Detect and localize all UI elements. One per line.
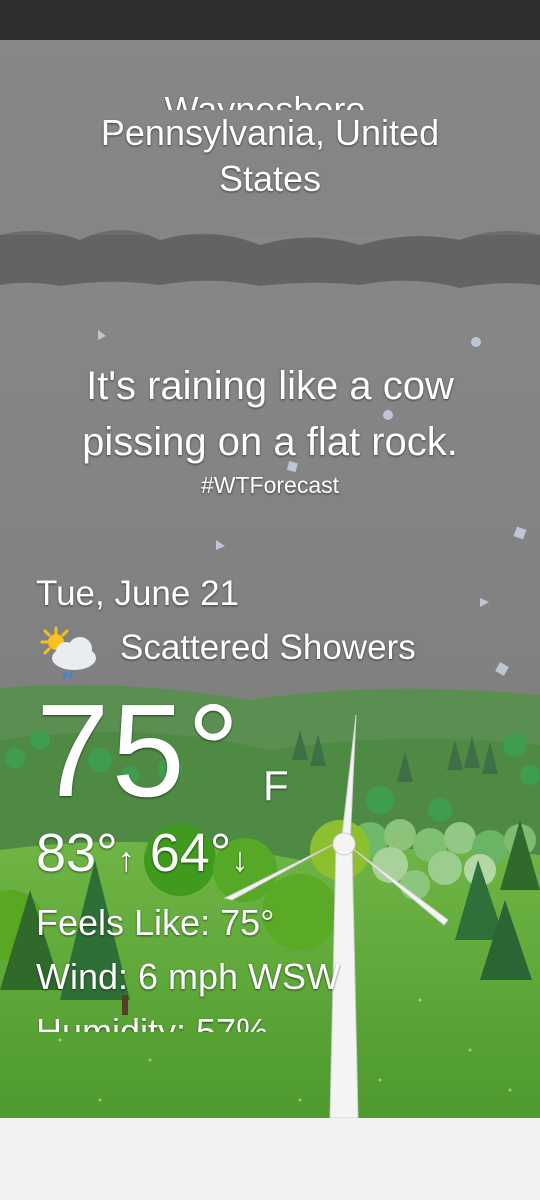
feels-like: Feels Like: 75° [36, 902, 275, 943]
humidity-info: Humidity: 57% [36, 1011, 269, 1032]
forecast-hashtag[interactable]: #WTForecast [0, 472, 540, 499]
current-temperature: 75° [36, 677, 242, 824]
location-line-2: States [218, 158, 322, 199]
weather-scene: Waynesboro, Pennsylvania, United States … [0, 40, 540, 1118]
high-low-temps: 83°↑ 64°↓ [36, 822, 248, 884]
status-bar [0, 0, 540, 40]
location-name[interactable]: Waynesboro, Pennsylvania, United States [0, 89, 540, 202]
partly-cloudy-rain-icon [40, 626, 96, 680]
condition-label: Scattered Showers [120, 628, 416, 667]
wind-info: Wind: 6 mph WSW [36, 956, 341, 997]
location-line-1: Pennsylvania, United [100, 112, 440, 153]
high-temp: 83° [36, 823, 118, 883]
navigation-bar [0, 1118, 540, 1200]
forecast-tagline: It's raining like a cow pissing on a fla… [82, 364, 458, 464]
arrow-up-icon: ↑ [117, 841, 135, 879]
temperature-unit[interactable]: F [263, 762, 289, 810]
humidity-clip: Humidity: 57% [36, 1010, 336, 1032]
low-temp: 64° [149, 823, 232, 883]
location-cut-line: Waynesboro, [164, 89, 376, 110]
arrow-down-icon: ↓ [231, 841, 249, 879]
forecast-date: Tue, June 21 [36, 574, 240, 613]
